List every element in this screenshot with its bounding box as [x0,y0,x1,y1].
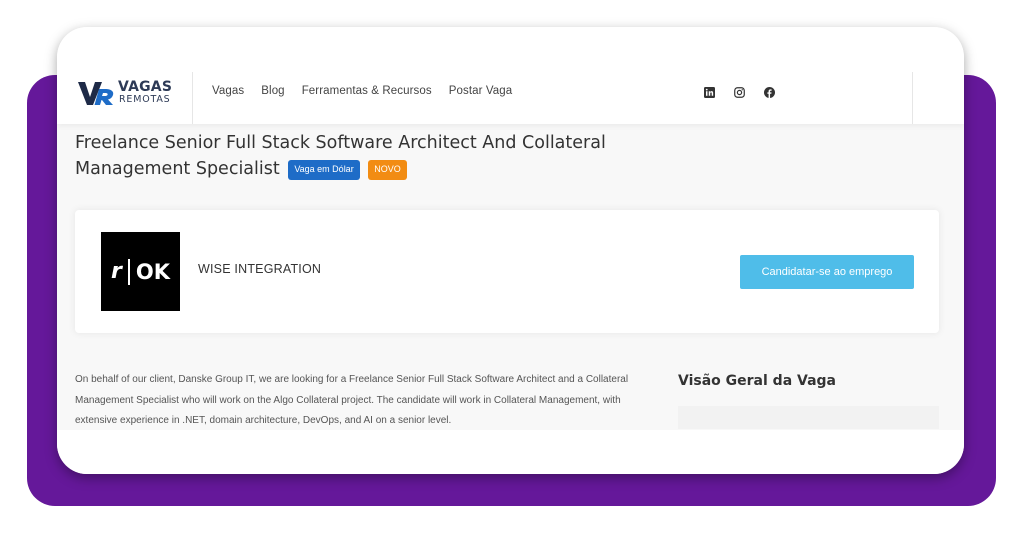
header-divider-right [912,72,913,124]
site-logo[interactable]: VAGAS REMOTAS [77,79,177,109]
logo-text-vagas: VAGAS [118,79,173,95]
nav-item-postar-vaga[interactable]: Postar Vaga [449,85,513,97]
company-logo-text: OK [135,259,170,284]
nav-item-blog[interactable]: Blog [261,85,284,97]
overview-panel [678,406,939,429]
usd-badge: Vaga em Dólar [288,160,360,180]
social-links [704,87,775,98]
header-divider-left [192,72,193,124]
company-name: WISE INTEGRATION [198,262,322,276]
logo-text-remotas: REMOTAS [119,94,171,105]
main-nav: Vagas Blog Ferramentas & Recursos Postar… [212,85,512,97]
facebook-icon[interactable] [764,87,775,98]
vr-logo-icon [78,82,114,105]
job-description: On behalf of our client, Danske Group IT… [75,374,629,426]
new-badge: NOVO [368,160,407,180]
linkedin-icon[interactable] [704,87,715,98]
company-card: r OK WISE INTEGRATION Candidatar-se ao e… [75,210,939,333]
company-logo-divider [127,258,130,285]
company-logo-letter: r [111,259,122,284]
company-logo: r OK [101,232,180,311]
frame-bottom-strip [57,430,964,474]
nav-item-ferramentas[interactable]: Ferramentas & Recursos [302,85,432,97]
instagram-icon[interactable] [734,87,745,98]
overview-title: Visão Geral da Vaga [678,373,836,389]
browser-frame: VAGAS REMOTAS Vagas Blog Ferramentas & R… [57,27,964,474]
site-header: VAGAS REMOTAS Vagas Blog Ferramentas & R… [57,27,964,124]
apply-button[interactable]: Candidatar-se ao emprego [740,255,914,289]
nav-item-vagas[interactable]: Vagas [212,85,244,97]
job-title: Freelance Senior Full Stack Software Arc… [75,130,675,182]
